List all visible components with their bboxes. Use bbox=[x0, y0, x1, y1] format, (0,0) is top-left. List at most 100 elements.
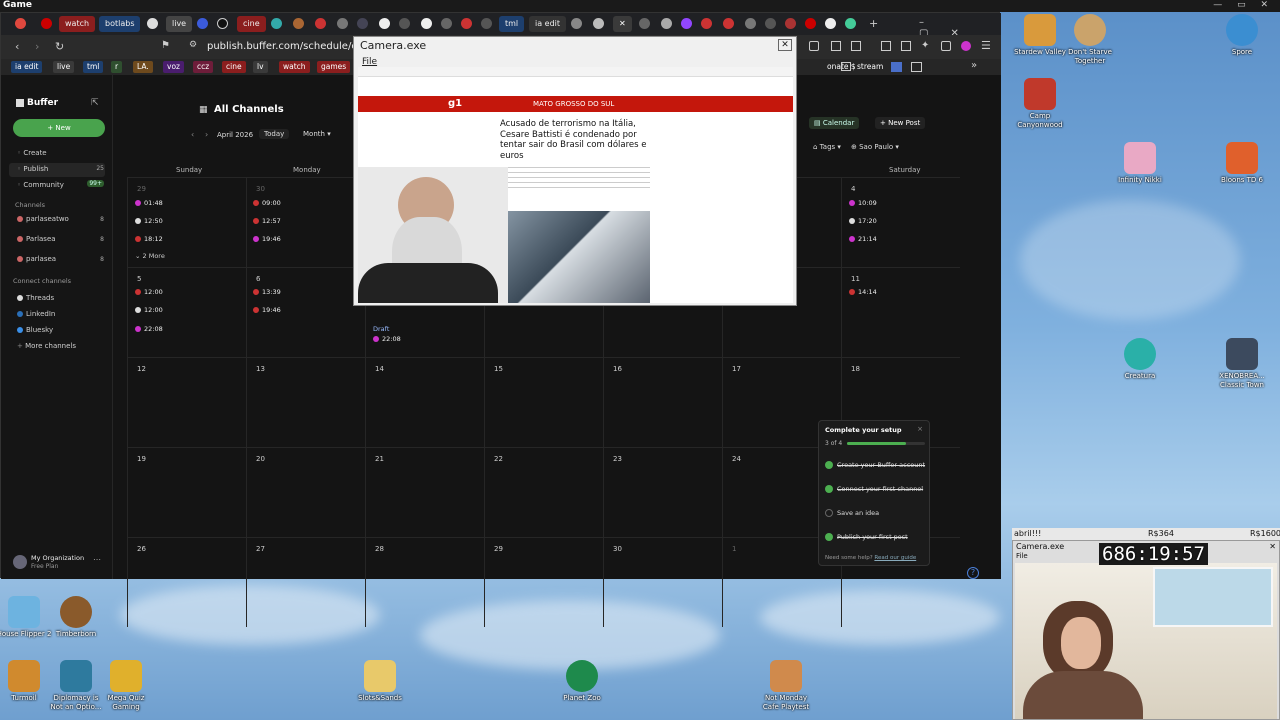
close-icon[interactable]: ✕ bbox=[778, 39, 792, 51]
extension-icon[interactable] bbox=[901, 41, 911, 51]
connect-threads[interactable]: Threads bbox=[17, 294, 54, 302]
nav-community[interactable]: ◦ Community bbox=[17, 181, 64, 189]
tab-favicon[interactable] bbox=[639, 18, 650, 29]
tab-favicon[interactable] bbox=[315, 18, 326, 29]
tab-tml[interactable]: tml bbox=[499, 16, 525, 32]
tab-favicon[interactable] bbox=[293, 18, 304, 29]
desktop-icon-not-monday-cafe[interactable]: Not Monday Cafe Playtest bbox=[758, 660, 814, 712]
tab-favicon[interactable] bbox=[399, 18, 410, 29]
connect-more[interactable]: + More channels bbox=[17, 342, 76, 350]
back-icon[interactable]: ‹ bbox=[15, 40, 19, 53]
chrome-icon[interactable] bbox=[147, 18, 158, 29]
youtube-icon[interactable] bbox=[805, 18, 816, 29]
today-button[interactable]: Today bbox=[259, 129, 290, 139]
desktop-icon-diplomacy[interactable]: Diplomacy is Not an Optio... bbox=[48, 660, 104, 712]
timezone-select[interactable]: ⊕ Sao Paulo ▾ bbox=[851, 143, 899, 151]
desktop-icon-turmoil[interactable]: Turmoil bbox=[0, 660, 52, 703]
desktop-icon-camp-canyonwood[interactable]: Camp Canyonwood bbox=[1012, 78, 1068, 130]
extension-icon[interactable] bbox=[809, 41, 819, 51]
help-icon[interactable]: ? bbox=[967, 567, 979, 579]
tab-favicon[interactable] bbox=[481, 18, 492, 29]
tiktok-icon[interactable] bbox=[217, 18, 228, 29]
view-select[interactable]: Month ▾ bbox=[299, 129, 335, 139]
bookmark-icon[interactable] bbox=[911, 62, 922, 72]
bookmark-ia-edit[interactable]: ia edit bbox=[11, 61, 43, 73]
bookmark-icon[interactable]: ⚑ bbox=[161, 40, 170, 51]
tab-ia-edit[interactable]: ia edit bbox=[529, 16, 567, 32]
tab-favicon[interactable] bbox=[661, 18, 672, 29]
setup-step[interactable]: Connect your first channel bbox=[825, 485, 923, 493]
site-info-icon[interactable]: ⚙ bbox=[189, 40, 197, 50]
prev-month-icon[interactable]: ‹ bbox=[191, 130, 194, 139]
desktop-icon-xenobrea[interactable]: XENOBREA... Classic Town bbox=[1214, 338, 1270, 390]
connect-linkedin[interactable]: LinkedIn bbox=[17, 310, 55, 318]
tab-favicon[interactable] bbox=[461, 18, 472, 29]
tags-filter[interactable]: ⌂ Tags ▾ bbox=[813, 143, 841, 151]
guide-link[interactable]: Read our guide bbox=[874, 555, 916, 561]
tab-favicon[interactable] bbox=[701, 18, 712, 29]
tab-favicon[interactable] bbox=[593, 18, 604, 29]
profile-icon[interactable] bbox=[961, 41, 971, 51]
tab-favicon[interactable] bbox=[441, 18, 452, 29]
bookmark-stream[interactable]: stream bbox=[853, 61, 887, 73]
desktop-icon-spore[interactable]: Spore bbox=[1214, 14, 1270, 57]
channel-parlaseatwo[interactable]: parlaseatwo bbox=[17, 215, 69, 223]
bookmark-cine[interactable]: cine bbox=[222, 61, 246, 73]
bookmark-voz[interactable]: voz bbox=[163, 61, 184, 73]
nav-publish[interactable]: ◦ Publish bbox=[17, 165, 48, 173]
tab-favicon[interactable] bbox=[785, 18, 796, 29]
bookmark-live[interactable]: live bbox=[53, 61, 75, 73]
channel-parlasea[interactable]: Parlasea bbox=[17, 235, 56, 243]
sidebar-toggle-icon[interactable] bbox=[881, 41, 891, 51]
desktop-icon-infinity-nikki[interactable]: Infinity Nikki bbox=[1112, 142, 1168, 185]
setup-step[interactable]: Save an idea bbox=[825, 509, 879, 517]
new-tab-icon[interactable]: + bbox=[869, 17, 878, 30]
tab-favicon[interactable] bbox=[845, 18, 856, 29]
collapse-sidebar-icon[interactable]: ⇱ bbox=[91, 98, 99, 108]
calendar-day-cell[interactable] bbox=[841, 177, 960, 267]
app-icon[interactable] bbox=[15, 18, 26, 29]
setup-step[interactable]: Create your Buffer account bbox=[825, 461, 925, 469]
desktop-icon-timberborn[interactable]: Timberborn bbox=[48, 596, 104, 639]
channel-parlasea-2[interactable]: parlasea bbox=[17, 255, 56, 263]
tab-cine[interactable]: cine bbox=[237, 16, 266, 32]
bookmark-games[interactable]: games bbox=[317, 61, 351, 73]
org-name[interactable]: My Organization bbox=[31, 554, 84, 562]
more-bookmarks-icon[interactable]: » bbox=[971, 60, 977, 71]
calendar-day-cell[interactable] bbox=[246, 267, 365, 357]
org-settings-icon[interactable]: ⋯ bbox=[93, 555, 101, 564]
tab-close-icon[interactable]: ✕ bbox=[613, 16, 632, 32]
desktop-icon-planet-zoo[interactable]: Planet Zoo bbox=[554, 660, 610, 703]
bookmark-lv[interactable]: lv bbox=[253, 61, 268, 73]
close-icon[interactable]: ✕ bbox=[1269, 542, 1276, 551]
nav-create[interactable]: ◦ Create bbox=[17, 149, 47, 157]
reload-icon[interactable]: ↻ bbox=[55, 40, 64, 53]
extension-icon[interactable] bbox=[831, 41, 841, 51]
extension-icon[interactable] bbox=[851, 41, 861, 51]
org-avatar[interactable] bbox=[13, 555, 27, 569]
menu-icon[interactable]: ☰ bbox=[981, 39, 991, 52]
r-icon[interactable] bbox=[197, 18, 208, 29]
desktop-icon-mega-quiz[interactable]: Mega Quiz Gaming bbox=[98, 660, 154, 712]
pin-icon[interactable]: ✦ bbox=[921, 40, 929, 51]
bookmark-watch[interactable]: watch bbox=[279, 61, 310, 73]
close-icon[interactable]: × bbox=[917, 425, 923, 433]
window-controls[interactable]: — ▭ ✕ bbox=[1213, 0, 1274, 10]
desktop-icon-bloons[interactable]: Bloons TD 6 bbox=[1214, 142, 1270, 185]
tab-favicon[interactable] bbox=[357, 18, 368, 29]
tab-watch[interactable]: watch bbox=[59, 16, 96, 32]
shield-icon[interactable] bbox=[941, 41, 951, 51]
file-menu[interactable]: File bbox=[362, 57, 377, 67]
desktop-icon-creatura[interactable]: Creatura bbox=[1112, 338, 1168, 381]
tab-favicon[interactable] bbox=[379, 18, 390, 29]
bookmark-icon[interactable] bbox=[891, 62, 902, 72]
webcam-file-menu[interactable]: File bbox=[1016, 552, 1028, 560]
desktop-icon-stardew[interactable]: Stardew Valley bbox=[1012, 14, 1068, 57]
tab-favicon[interactable] bbox=[271, 18, 282, 29]
tab-live[interactable]: live bbox=[166, 16, 193, 32]
tab-favicon[interactable] bbox=[765, 18, 776, 29]
desktop-icon-house-flipper[interactable]: House Flipper 2 bbox=[0, 596, 52, 639]
tab-favicon[interactable] bbox=[421, 18, 432, 29]
tab-favicon[interactable] bbox=[745, 18, 756, 29]
tab-botlabs[interactable]: botlabs bbox=[99, 16, 141, 32]
